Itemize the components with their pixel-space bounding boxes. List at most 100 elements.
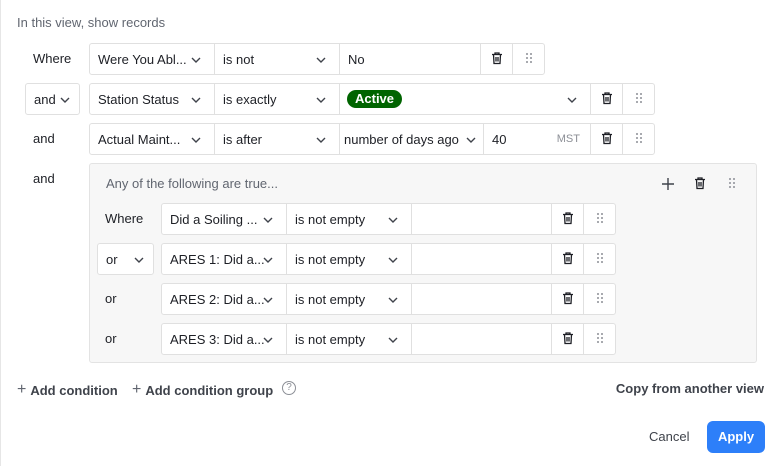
conjunction-label: and — [34, 91, 56, 107]
value-input[interactable] — [411, 203, 552, 235]
field-label: Actual Maint... — [98, 131, 181, 147]
trash-icon — [600, 131, 614, 148]
conjunction-label: Where — [33, 51, 72, 66]
drag-handle-icon — [634, 91, 644, 108]
field-label: ARES 1: Did a... — [170, 251, 265, 267]
delete-condition-button[interactable] — [551, 283, 584, 315]
operator-select[interactable]: is not empty — [286, 283, 412, 315]
delete-condition-button[interactable] — [551, 243, 584, 275]
field-select[interactable]: Did a Soiling ... — [161, 203, 287, 235]
operator-label: is not — [223, 51, 255, 67]
conjunction-select[interactable]: or — [97, 243, 154, 275]
field-select[interactable]: Were You Abl... — [89, 43, 215, 75]
days-input[interactable]: 40 MST — [483, 123, 591, 155]
condition-row-1: Were You Abl... is not No — [89, 43, 545, 75]
group-condition-row-4: ARES 3: Did a... is not empty — [161, 323, 616, 355]
help-icon[interactable]: ? — [282, 381, 296, 395]
chevron-down-icon — [315, 134, 327, 146]
conjunction-label: and — [33, 131, 55, 146]
drag-handle[interactable] — [583, 323, 616, 355]
chevron-down-icon — [262, 254, 274, 266]
drag-handle[interactable] — [583, 283, 616, 315]
chevron-down-icon — [262, 334, 274, 346]
group-condition-row-3: ARES 2: Did a... is not empty — [161, 283, 616, 315]
chevron-down-icon — [262, 294, 274, 306]
conjunction-label: Where — [105, 211, 144, 226]
days-value: 40 — [492, 131, 507, 147]
cancel-button[interactable]: Cancel — [641, 422, 697, 452]
value-input[interactable] — [411, 243, 552, 275]
drag-handle[interactable] — [512, 43, 545, 75]
drag-handle-icon[interactable] — [727, 176, 743, 192]
field-select[interactable]: Station Status — [89, 83, 215, 115]
timezone-label: MST — [556, 133, 580, 145]
add-icon[interactable] — [660, 176, 676, 192]
chevron-down-icon — [190, 54, 202, 66]
operator-label: is after — [223, 131, 263, 147]
copy-from-view-button[interactable]: Copy from another view — [616, 381, 764, 396]
drag-handle-icon — [595, 291, 605, 308]
condition-row-3: Actual Maint... is after number of days … — [89, 123, 655, 155]
value-input[interactable]: No — [339, 43, 481, 75]
conjunction-select[interactable]: and — [25, 83, 80, 115]
chevron-down-icon — [190, 94, 202, 106]
chevron-down-icon — [315, 94, 327, 106]
delete-condition-button[interactable] — [480, 43, 513, 75]
field-label: Station Status — [98, 91, 179, 107]
value-select[interactable]: Active — [339, 83, 591, 115]
operator-select[interactable]: is exactly — [214, 83, 340, 115]
drag-handle[interactable] — [622, 123, 655, 155]
trash-icon — [561, 331, 575, 348]
trash-icon — [561, 291, 575, 308]
status-badge: Active — [347, 90, 403, 108]
conjunction-label: or — [105, 331, 117, 346]
field-label: ARES 2: Did a... — [170, 291, 265, 307]
drag-handle[interactable] — [583, 203, 616, 235]
filter-panel: In this view, show records Where Were Yo… — [0, 0, 780, 466]
trash-icon[interactable] — [693, 176, 709, 192]
conjunction-label: or — [106, 251, 118, 267]
chevron-down-icon — [262, 214, 274, 226]
field-select[interactable]: ARES 1: Did a... — [161, 243, 287, 275]
operator-select[interactable]: is not empty — [286, 243, 412, 275]
operator-label: is not empty — [295, 211, 366, 227]
drag-handle-icon — [524, 51, 534, 68]
chevron-down-icon — [387, 294, 399, 306]
group-condition-row-1: Did a Soiling ... is not empty — [161, 203, 616, 235]
operator-label: is exactly — [223, 91, 277, 107]
chevron-down-icon — [566, 94, 578, 106]
operator-select[interactable]: is after — [214, 123, 340, 155]
field-label: Were You Abl... — [98, 51, 187, 67]
chevron-down-icon — [387, 334, 399, 346]
delete-condition-button[interactable] — [551, 203, 584, 235]
apply-button[interactable]: Apply — [707, 421, 765, 453]
trash-icon — [561, 251, 575, 268]
operator-select[interactable]: is not — [214, 43, 340, 75]
add-group-label: Add condition group — [145, 382, 274, 398]
add-condition-button[interactable]: + Add condition — [17, 381, 118, 399]
delete-condition-button[interactable] — [590, 83, 623, 115]
field-select[interactable]: Actual Maint... — [89, 123, 215, 155]
date-mode-select[interactable]: number of days ago — [339, 123, 484, 155]
drag-handle[interactable] — [583, 243, 616, 275]
operator-select[interactable]: is not empty — [286, 323, 412, 355]
value-input[interactable] — [411, 283, 552, 315]
value-input[interactable] — [411, 323, 552, 355]
chevron-down-icon — [387, 254, 399, 266]
add-condition-group-button[interactable]: + Add condition group — [132, 381, 273, 399]
add-condition-label: Add condition — [30, 382, 118, 398]
chevron-down-icon — [59, 94, 71, 106]
chevron-down-icon — [133, 254, 145, 266]
field-select[interactable]: ARES 3: Did a... — [161, 323, 287, 355]
drag-handle-icon — [595, 331, 605, 348]
delete-condition-button[interactable] — [551, 323, 584, 355]
delete-condition-button[interactable] — [590, 123, 623, 155]
field-select[interactable]: ARES 2: Did a... — [161, 283, 287, 315]
trash-icon — [490, 51, 504, 68]
drag-handle[interactable] — [622, 83, 655, 115]
trash-icon — [600, 91, 614, 108]
operator-label: is not empty — [295, 291, 366, 307]
operator-select[interactable]: is not empty — [286, 203, 412, 235]
operator-label: is not empty — [295, 331, 366, 347]
field-label: ARES 3: Did a... — [170, 331, 265, 347]
